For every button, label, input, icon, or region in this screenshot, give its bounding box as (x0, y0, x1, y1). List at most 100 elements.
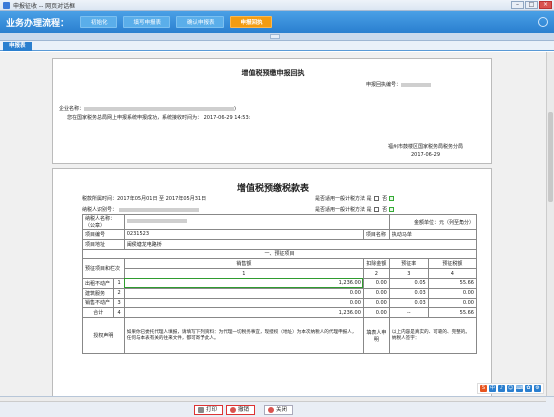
ime-skin-icon[interactable]: ✿ (525, 385, 532, 392)
table-row: 合计 4 1,236.00 0.00 -- 55.66 (81, 307, 478, 319)
cross-yes-checkbox[interactable] (373, 207, 379, 212)
cross-yes-label: 是 (366, 207, 372, 213)
ime-punct-icon[interactable]: ♪ (498, 385, 505, 392)
settings-icon[interactable] (538, 17, 548, 27)
general-no-checkbox[interactable] (389, 196, 395, 201)
section-header: 一、预征项目 (82, 248, 477, 260)
signer-label: 填表人申明 (362, 317, 390, 355)
deduct-input[interactable]: 0.00 (362, 287, 390, 299)
receipt-line: 您在国家税务总局网上申报系统申报成功，系统接收时间为： 2017-06-29 1… (67, 114, 250, 121)
ime-settings-icon[interactable]: ⚙ (534, 385, 541, 392)
row-name: 销售不动产 (81, 297, 115, 309)
receipt-signature: 福州市鼓楼区国家税务局税务分局 2017-06-29 (388, 143, 463, 159)
revoke-button[interactable]: 撤销 (226, 405, 256, 415)
step-receipt[interactable]: 申报回执 (229, 16, 272, 28)
close-circle-icon (268, 406, 274, 413)
cross-no-label: 否 (382, 207, 388, 213)
col-number: 4 (427, 268, 478, 279)
name-label: 纳税人名称：（公章） (82, 214, 125, 230)
col-deduct: 扣除金额 (362, 258, 390, 270)
redacted-taxpayer-id (118, 207, 199, 212)
row-no: 1 (113, 277, 125, 289)
rate-value: 0.05 (388, 277, 429, 289)
rate-value: 0.03 (388, 287, 429, 299)
total-tax: 55.66 (427, 307, 478, 319)
horizontal-scrollbar[interactable] (0, 397, 546, 402)
bottom-toolbar: 打印 撤销 关闭 (0, 396, 554, 417)
general-yes-checkbox[interactable] (373, 196, 379, 201)
col-item: 预征项目和栏次 (82, 258, 125, 279)
step-fill-form[interactable]: 填写申报表 (122, 16, 171, 28)
close-button-label: 关闭 (276, 407, 288, 413)
prepay-table: 纳税人名称：（公章） 金额单位：元（列至角分） 项目编号 0231523 项目名… (81, 214, 478, 355)
revoke-button-label: 撤销 (238, 407, 250, 413)
row-no: 4 (113, 307, 125, 319)
ime-logo-icon[interactable]: S (480, 385, 487, 392)
redacted-company (84, 106, 235, 111)
ime-emoji-icon[interactable]: ☺ (507, 385, 514, 392)
sales-input[interactable]: 0.00 (123, 287, 364, 299)
receipt-line-text: 您在国家税务总局网上申报系统申报成功，系统接收时间为： (67, 115, 203, 121)
col-tax: 预征税额 (427, 258, 478, 270)
project-name-label: 项目名称 (362, 229, 390, 240)
process-title: 业务办理流程： (6, 18, 70, 29)
receipt-date: 2017-06-29 (410, 152, 441, 158)
project-name-value: 执动马单 (388, 229, 478, 240)
project-addr-value: 闽侯塘龙电路桥 (123, 238, 478, 250)
collapse-bar (0, 33, 554, 41)
print-button-label: 打印 (206, 407, 218, 413)
step-confirm-form[interactable]: 确认申报表 (176, 16, 224, 28)
receipt-time: 2017-06-29 14:53: (203, 115, 251, 121)
tax-value: 55.66 (427, 277, 478, 289)
close-button[interactable]: 关闭 (264, 405, 294, 415)
total-sales: 1,236.00 (123, 307, 364, 319)
general-method-label: 是否适用一般计税方法 (315, 196, 366, 202)
project-no-label: 项目编号 (82, 229, 125, 240)
sales-input[interactable]: 1,236.00 (123, 277, 364, 289)
taxpayer-id-label: 纳税人识别号： (82, 207, 118, 213)
redacted-name (126, 219, 187, 223)
tax-value: 0.00 (427, 287, 478, 299)
scrollbar-thumb[interactable] (548, 112, 553, 202)
sales-input[interactable]: 0.00 (123, 297, 364, 309)
general-yes-label: 是 (366, 196, 372, 202)
row-no: 2 (113, 287, 125, 299)
cross-method-question: 是否适用一般计税方法 是 否 (315, 206, 396, 213)
ime-mode-icon[interactable]: 中 (489, 385, 496, 392)
cross-method-label: 是否适用一般计税方法 (315, 207, 366, 213)
declare-text: 如果你已委托代理人填报，请填写下列资料：为代理一切税务事宜，现授权（地址）为本次… (123, 317, 364, 355)
close-icon[interactable]: × (539, 1, 552, 9)
row-no: 3 (113, 297, 125, 309)
window-controls: – □ × (511, 1, 552, 9)
form-title: 增值税预缴税款表 (236, 184, 309, 194)
print-button[interactable]: 打印 (194, 405, 224, 415)
process-steps: 初始化 填写申报表 确认申报表 申报回执 (80, 16, 278, 28)
declare-label: 授权声明 (82, 317, 125, 355)
ime-keyboard-icon[interactable]: ⌨ (516, 385, 523, 392)
cross-no-checkbox[interactable] (389, 207, 395, 212)
receipt-serial-label: 申报回执编号： (365, 82, 401, 88)
vertical-scrollbar[interactable] (546, 52, 554, 396)
tab-declaration-form[interactable]: 申报表 (3, 42, 32, 51)
receipt-panel: 增值税预缴申报回执 申报回执编号： 企业名称：) 您在国家税务总局网上申报系统申… (52, 58, 492, 164)
taxpayer-id: 纳税人识别号： (82, 206, 199, 213)
project-addr-label: 项目地址 (82, 238, 125, 250)
row-name: 出租不动产 (81, 277, 115, 289)
collapse-toggle-icon[interactable] (270, 34, 280, 39)
minimize-icon[interactable]: – (511, 1, 524, 9)
col-rate: 预征率 (388, 258, 429, 270)
deduct-input[interactable]: 0.00 (362, 297, 390, 309)
deduct-input[interactable]: 0.00 (362, 277, 390, 289)
table-row: 建筑服务 2 0.00 0.00 0.03 0.00 (81, 287, 478, 299)
total-deduct: 0.00 (362, 307, 390, 319)
printer-icon (198, 406, 204, 413)
tax-value: 0.00 (427, 297, 478, 309)
redacted-serial (401, 82, 431, 87)
receipt-company: 企业名称：) (59, 106, 236, 112)
step-init[interactable]: 初始化 (80, 16, 117, 28)
form-period: 税款所属时间：2017年05月01日 至 2017年05月31日 (82, 196, 207, 202)
row-name: 建筑服务 (81, 287, 115, 299)
content-viewport[interactable]: 增值税预缴申报回执 申报回执编号： 企业名称：) 您在国家税务总局网上申报系统申… (0, 52, 546, 396)
maximize-icon[interactable]: □ (525, 1, 538, 9)
revoke-icon (230, 406, 236, 413)
